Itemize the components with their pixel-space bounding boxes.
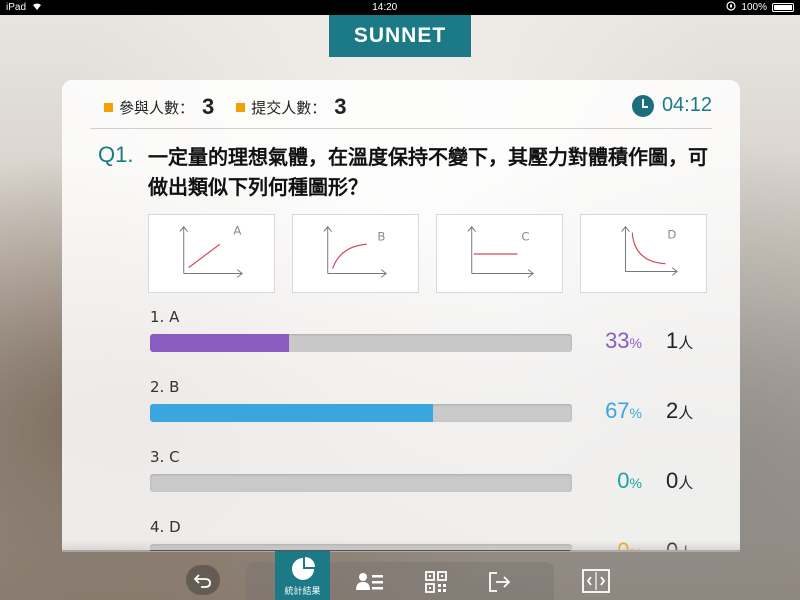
battery-percent: 100% (741, 2, 767, 13)
thumbnail-a[interactable]: A (148, 214, 275, 293)
status-bar: iPad 14:20 100% (0, 0, 800, 15)
count-value: 0 (666, 468, 679, 493)
submitted-label: 提交人數： (251, 98, 327, 117)
thumbnail-c[interactable]: C (436, 214, 563, 293)
option-percent: 67% (574, 398, 642, 424)
people-unit: 人 (678, 405, 694, 422)
percent-value: 67 (605, 398, 630, 423)
percent-unit: % (629, 335, 642, 351)
option-percent: 0% (574, 468, 642, 494)
option-row-b: 2. B 67% 2人 (148, 378, 728, 438)
qr-code-icon (425, 571, 447, 593)
user-list-icon (356, 573, 383, 590)
question-number: Q1. (98, 142, 134, 167)
count-value: 1 (666, 328, 679, 353)
stats-results-label: 統計結果 (284, 587, 321, 597)
percent-value: 0 (617, 468, 630, 493)
option-count: 2人 (666, 398, 693, 424)
stats-results-button[interactable]: 統計結果 (275, 551, 330, 600)
thumbnail-d[interactable]: D (580, 214, 707, 293)
card-bottom-line (150, 550, 570, 551)
countdown-timer: 04:12 (631, 94, 712, 117)
option-label: 4. D (150, 518, 181, 536)
split-view-button[interactable] (582, 568, 610, 594)
option-percent: 33% (574, 328, 642, 354)
back-button[interactable] (186, 565, 220, 595)
sunnet-logo: SUNNET (329, 15, 471, 57)
thumb-letter: A (233, 223, 241, 237)
option-count: 0人 (666, 468, 693, 494)
thumb-letter: D (667, 227, 676, 241)
divider (90, 128, 712, 129)
orientation-lock-icon (726, 1, 737, 14)
thumbnail-b[interactable]: B (292, 214, 419, 293)
result-bar-fill (150, 404, 433, 422)
option-label: 3. C (150, 448, 180, 466)
result-bar-track (150, 334, 572, 352)
participation-counts: 參與人數： 3 提交人數： 3 (104, 92, 369, 122)
percent-unit: % (629, 405, 642, 421)
split-view-icon (582, 569, 610, 593)
percent-value: 33 (605, 328, 630, 353)
back-icon (193, 574, 211, 588)
result-bar-fill (150, 334, 290, 352)
option-thumbnails: A B C D (148, 214, 707, 293)
wifi-icon (31, 2, 43, 14)
bullet-square-icon (236, 102, 246, 112)
result-bar-track (150, 404, 572, 422)
option-row-a: 1. A 33% 1人 (148, 308, 728, 368)
qr-code-button[interactable] (423, 569, 449, 595)
result-bar-track (150, 474, 572, 492)
clock-icon (631, 94, 654, 117)
people-unit: 人 (678, 335, 694, 352)
option-label: 2. B (150, 378, 180, 396)
status-time: 14:20 (372, 2, 398, 13)
pie-chart-icon (291, 557, 315, 580)
participants-label: 參與人數： (119, 98, 195, 117)
question-card: 參與人數： 3 提交人數： 3 04:12 Q1. 一定量的理想氣體，在溫度保持… (62, 80, 740, 550)
people-unit: 人 (678, 475, 694, 492)
percent-unit: % (629, 475, 642, 491)
student-list-button[interactable] (355, 569, 385, 593)
participants-value: 3 (202, 94, 215, 119)
bullet-square-icon (104, 102, 113, 112)
thumb-letter: B (377, 229, 385, 243)
count-value: 2 (666, 398, 679, 423)
battery-icon (772, 3, 794, 12)
option-row-c: 3. C 0% 0人 (148, 448, 728, 508)
thumb-letter: C (521, 229, 529, 243)
question-text: 一定量的理想氣體，在溫度保持不變下，其壓力對體積作圖，可做出類似下列何種圖形？ (148, 145, 708, 199)
exit-icon (489, 572, 511, 592)
exit-button[interactable] (487, 570, 513, 594)
timer-value: 04:12 (661, 94, 712, 116)
option-label: 1. A (150, 308, 180, 326)
submitted-value: 3 (334, 94, 347, 119)
device-name: iPad (6, 2, 27, 13)
option-count: 1人 (666, 328, 693, 354)
